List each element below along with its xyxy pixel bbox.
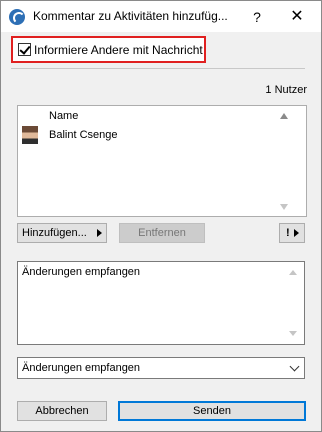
user-count: 1 Nutzer — [265, 84, 307, 96]
user-list[interactable]: Name Balint Csenge — [17, 105, 307, 217]
close-button[interactable]: ✕ — [287, 7, 307, 27]
title-bar: Kommentar zu Aktivitäten hinzufüg... ? ✕ — [1, 1, 321, 32]
notify-checkbox[interactable] — [18, 43, 31, 56]
column-header-name[interactable]: Name — [49, 110, 78, 122]
topic-select[interactable]: Änderungen empfangen — [17, 357, 305, 379]
user-name: Balint Csenge — [49, 129, 118, 141]
message-textarea[interactable]: Änderungen empfangen — [17, 261, 305, 345]
cancel-button[interactable]: Abbrechen — [17, 401, 107, 421]
help-button[interactable]: ? — [247, 7, 267, 27]
scroll-up-arrow-icon[interactable] — [289, 270, 297, 275]
remove-user-button[interactable]: Entfernen — [119, 223, 205, 243]
window-title: Kommentar zu Aktivitäten hinzufüg... — [33, 9, 228, 23]
avatar — [22, 126, 38, 144]
add-user-button[interactable]: Hinzufügen... — [17, 223, 107, 243]
chevron-down-icon — [289, 361, 300, 372]
scroll-up-arrow-icon[interactable] — [280, 113, 288, 119]
priority-menu-button[interactable]: ! — [279, 223, 305, 243]
message-text: Änderungen empfangen — [22, 266, 141, 278]
archicad-app-icon — [9, 9, 25, 25]
scroll-down-arrow-icon[interactable] — [289, 331, 297, 336]
notify-others-option[interactable]: Informiere Andere mit Nachricht — [11, 36, 206, 63]
scroll-down-arrow-icon[interactable] — [280, 204, 288, 210]
divider — [11, 68, 305, 69]
notify-label: Informiere Andere mit Nachricht — [34, 43, 203, 57]
dialog-window: Kommentar zu Aktivitäten hinzufüg... ? ✕… — [0, 0, 322, 432]
topic-select-value: Änderungen empfangen — [22, 362, 141, 374]
send-button[interactable]: Senden — [118, 401, 306, 421]
